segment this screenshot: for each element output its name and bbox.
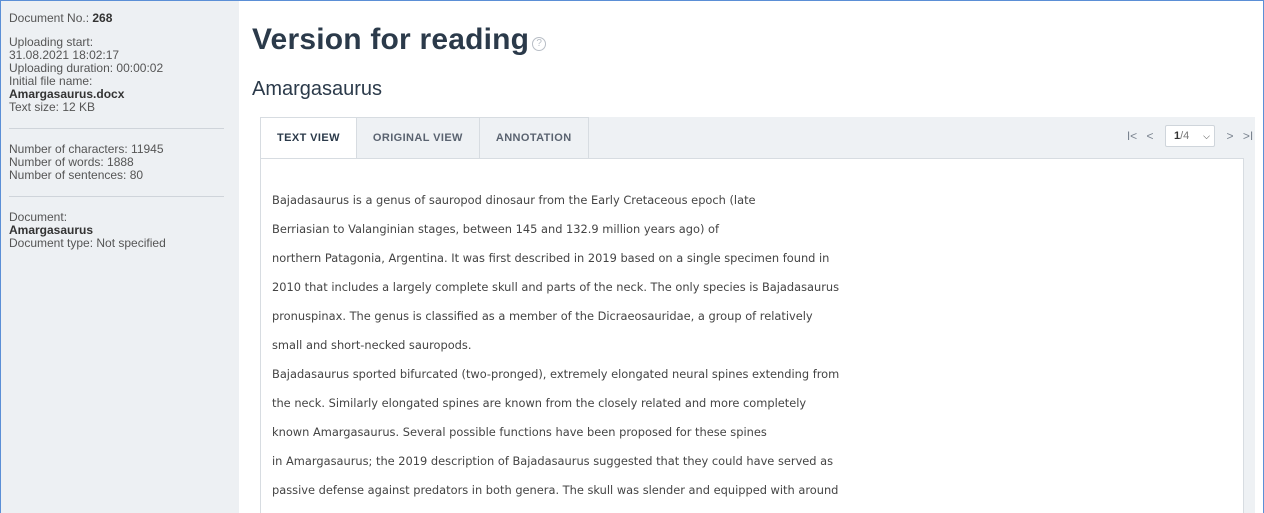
number-of-sentences: Number of sentences: 80 bbox=[9, 168, 144, 182]
chevron-down-icon: ⌵ bbox=[1203, 130, 1210, 141]
text-line: known Amargasaurus. Several possible fun… bbox=[272, 425, 767, 439]
last-page-icon[interactable]: >I bbox=[1241, 129, 1255, 143]
text-line: pronuspinax. The genus is classified as … bbox=[272, 309, 813, 323]
main-content: Version for reading ? Amargasaurus TEXT … bbox=[252, 1, 1263, 513]
title-row: Version for reading ? bbox=[252, 23, 547, 57]
text-view-panel: Bajadasaurus is a genus of sauropod dino… bbox=[260, 158, 1244, 513]
document-number-label: Document No.: bbox=[9, 11, 93, 25]
text-line: in Amargasaurus; the 2019 description of… bbox=[272, 454, 834, 468]
text-line: passive defense against predators in bot… bbox=[272, 483, 839, 497]
document-number-value: 268 bbox=[92, 11, 113, 25]
document-type: Document type: Not specified bbox=[9, 236, 166, 250]
total-pages: /4 bbox=[1180, 130, 1190, 142]
tab-original-view[interactable]: ORIGINAL VIEW bbox=[356, 117, 480, 159]
sidebar-divider bbox=[9, 196, 224, 197]
document-viewer: TEXT VIEW ORIGINAL VIEW ANNOTATION I< < … bbox=[260, 117, 1255, 513]
help-icon[interactable]: ? bbox=[532, 37, 547, 51]
page-select[interactable]: 1/4 ⌵ bbox=[1165, 125, 1215, 147]
page-navigator: I< < 1/4 ⌵ > >I bbox=[1125, 125, 1255, 147]
text-line: Bajadasaurus is a genus of sauropod dino… bbox=[272, 193, 756, 207]
previous-page-icon[interactable]: < bbox=[1143, 129, 1157, 143]
text-line: northern Patagonia, Argentina. It was fi… bbox=[272, 251, 830, 265]
document-info-sidebar: Document No.: 268 Uploading start: 31.08… bbox=[1, 1, 239, 513]
next-page-icon[interactable]: > bbox=[1223, 129, 1237, 143]
text-line: small and short-necked sauropods. bbox=[272, 338, 472, 352]
first-page-icon[interactable]: I< bbox=[1125, 129, 1139, 143]
page-indicator: 1/4 bbox=[1174, 130, 1189, 142]
text-size: Text size: 12 KB bbox=[9, 100, 96, 114]
tab-annotation[interactable]: ANNOTATION bbox=[479, 117, 589, 159]
tab-text-view[interactable]: TEXT VIEW bbox=[260, 117, 357, 159]
document-title: Amargasaurus bbox=[252, 78, 383, 100]
text-line: the neck. Similarly elongated spines are… bbox=[272, 396, 807, 410]
sidebar-divider bbox=[9, 128, 224, 129]
text-line: Bajadasaurus sported bifurcated (two-pro… bbox=[272, 367, 840, 381]
text-line: Berriasian to Valanginian stages, betwee… bbox=[272, 222, 720, 236]
text-line: 2010 that includes a largely complete sk… bbox=[272, 280, 840, 294]
app-frame: Document No.: 268 Uploading start: 31.08… bbox=[0, 0, 1264, 513]
document-number: Document No.: 268 bbox=[9, 12, 229, 25]
view-tabs: TEXT VIEW ORIGINAL VIEW ANNOTATION bbox=[260, 117, 589, 159]
page-title: Version for reading bbox=[252, 23, 530, 56]
